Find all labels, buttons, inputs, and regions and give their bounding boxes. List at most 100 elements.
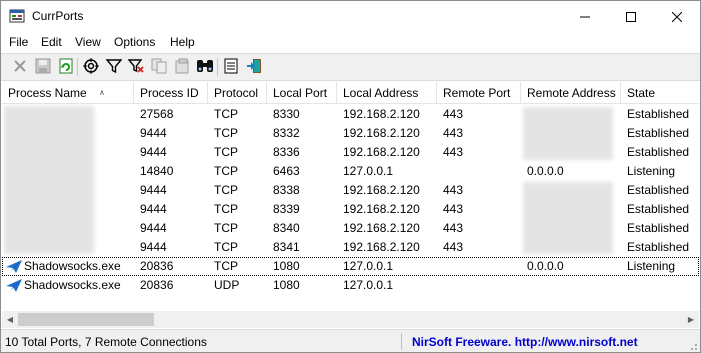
menu-options[interactable]: Options bbox=[114, 35, 155, 49]
cell-process-name bbox=[2, 219, 8, 238]
table-row[interactable]: Shadowsocks.exe 20836 UDP 1080 127.0.0.1 bbox=[2, 276, 699, 295]
table-row[interactable]: 9444 TCP 8340 192.168.2.120 443 Established bbox=[2, 219, 699, 238]
cell-remote-address bbox=[521, 143, 527, 162]
cell-process-name bbox=[2, 124, 8, 143]
nirsoft-link[interactable]: NirSoft Freeware. http://www.nirsoft.net bbox=[412, 335, 638, 349]
cell-remote-address bbox=[521, 238, 527, 257]
refresh-button[interactable] bbox=[56, 57, 76, 77]
currports-app-icon bbox=[9, 8, 25, 24]
cell-process-id: 9444 bbox=[140, 183, 167, 197]
cell-local-address: 192.168.2.120 bbox=[343, 126, 420, 140]
column-header-remote-port[interactable]: Remote Port bbox=[437, 82, 521, 104]
cell-process-id: 27568 bbox=[140, 107, 174, 121]
column-header-process-id[interactable]: Process ID bbox=[134, 82, 208, 104]
cell-state: Listening bbox=[627, 164, 676, 178]
cell-remote-address bbox=[521, 105, 527, 124]
cell-local-address: 127.0.0.1 bbox=[343, 259, 394, 273]
report-button[interactable] bbox=[221, 57, 241, 77]
cell-local-port: 8330 bbox=[273, 107, 300, 121]
cell-protocol: UDP bbox=[214, 278, 240, 292]
cell-local-port: 8340 bbox=[273, 221, 300, 235]
cell-process-name: Shadowsocks.exe bbox=[24, 278, 121, 292]
copy-icon bbox=[151, 58, 167, 77]
horizontal-scrollbar[interactable]: ◀ ▶ bbox=[2, 311, 699, 328]
close-window-button[interactable] bbox=[654, 1, 700, 32]
cell-process-id: 14840 bbox=[140, 164, 174, 178]
cell-remote-address bbox=[521, 124, 527, 143]
cell-remote-port: 443 bbox=[443, 145, 464, 159]
close-connection-button[interactable] bbox=[10, 57, 30, 77]
save-button[interactable] bbox=[33, 57, 53, 77]
ports-table[interactable]: Process Name ∧ Process ID Protocol Local… bbox=[2, 82, 699, 311]
table-row[interactable]: 9444 TCP 8339 192.168.2.120 443 Established bbox=[2, 200, 699, 219]
maximize-button[interactable] bbox=[608, 1, 654, 32]
cell-remote-port bbox=[437, 257, 443, 276]
scroll-right-icon[interactable]: ▶ bbox=[683, 311, 699, 328]
scroll-left-icon[interactable]: ◀ bbox=[2, 311, 18, 328]
status-divider bbox=[401, 333, 402, 350]
resize-grip-icon[interactable] bbox=[688, 340, 698, 350]
cell-state bbox=[621, 276, 627, 295]
cell-process-name bbox=[2, 143, 8, 162]
minimize-button[interactable] bbox=[562, 1, 608, 32]
toolbar bbox=[1, 53, 700, 81]
cell-process-id: 9444 bbox=[140, 202, 167, 216]
scrollbar-thumb[interactable] bbox=[18, 313, 154, 326]
title-bar[interactable]: CurrPorts bbox=[1, 1, 700, 32]
column-header-local-address[interactable]: Local Address bbox=[337, 82, 437, 104]
column-header-protocol[interactable]: Protocol bbox=[208, 82, 267, 104]
cell-local-port: 8338 bbox=[273, 183, 300, 197]
cell-state: Established bbox=[627, 221, 690, 235]
cell-local-port: 8332 bbox=[273, 126, 300, 140]
cell-process-name bbox=[2, 162, 8, 181]
column-header-process-name[interactable]: Process Name ∧ bbox=[2, 82, 134, 104]
table-row[interactable]: 27568 TCP 8330 192.168.2.120 443 Established bbox=[2, 105, 699, 124]
table-row[interactable]: 14840 TCP 6463 127.0.0.1 0.0.0.0 Listening bbox=[2, 162, 699, 181]
find-button[interactable] bbox=[195, 57, 215, 77]
menu-file[interactable]: File bbox=[9, 35, 28, 49]
html-report-button[interactable] bbox=[172, 57, 192, 77]
table-row[interactable]: 9444 TCP 8338 192.168.2.120 443 Established bbox=[2, 181, 699, 200]
table-row[interactable]: 9444 TCP 8341 192.168.2.120 443 Established bbox=[2, 238, 699, 257]
refresh-icon bbox=[58, 58, 74, 77]
cell-process-id: 9444 bbox=[140, 240, 167, 254]
cell-local-address: 192.168.2.120 bbox=[343, 202, 420, 216]
cell-remote-port: 443 bbox=[443, 240, 464, 254]
copy-button[interactable] bbox=[149, 57, 169, 77]
cell-remote-port bbox=[437, 276, 443, 295]
cell-protocol: TCP bbox=[214, 240, 238, 254]
cell-local-address: 192.168.2.120 bbox=[343, 107, 420, 121]
close-connection-icon bbox=[13, 59, 27, 76]
menu-view[interactable]: View bbox=[75, 35, 101, 49]
cell-state: Established bbox=[627, 240, 690, 254]
cell-process-name bbox=[2, 200, 8, 219]
cell-remote-address bbox=[521, 276, 527, 295]
cell-remote-port: 443 bbox=[443, 202, 464, 216]
clear-filter-button[interactable] bbox=[126, 57, 146, 77]
toolbar-separator bbox=[77, 58, 78, 76]
cell-state: Listening bbox=[627, 259, 676, 273]
cell-state: Established bbox=[627, 126, 690, 140]
cell-protocol: TCP bbox=[214, 259, 238, 273]
cell-remote-address bbox=[521, 219, 527, 238]
table-row[interactable]: 9444 TCP 8336 192.168.2.120 443 Established bbox=[2, 143, 699, 162]
column-header-local-port[interactable]: Local Port bbox=[267, 82, 337, 104]
exit-button[interactable] bbox=[244, 57, 264, 77]
table-row[interactable]: 9444 TCP 8332 192.168.2.120 443 Established bbox=[2, 124, 699, 143]
cell-local-port: 8339 bbox=[273, 202, 300, 216]
cell-protocol: TCP bbox=[214, 221, 238, 235]
cell-local-address: 192.168.2.120 bbox=[343, 145, 420, 159]
cell-protocol: TCP bbox=[214, 202, 238, 216]
filter-button[interactable] bbox=[104, 57, 124, 77]
menu-edit[interactable]: Edit bbox=[41, 35, 62, 49]
menu-help[interactable]: Help bbox=[170, 35, 195, 49]
table-row[interactable]: Shadowsocks.exe 20836 TCP 1080 127.0.0.1 0.0.… bbox=[2, 257, 699, 276]
column-header-remote-address[interactable]: Remote Address bbox=[521, 82, 621, 104]
window-title: CurrPorts bbox=[32, 9, 84, 23]
cell-remote-port: 443 bbox=[443, 221, 464, 235]
properties-button[interactable] bbox=[81, 57, 101, 77]
save-icon bbox=[35, 58, 51, 77]
column-header-state[interactable]: State bbox=[621, 82, 699, 104]
cell-local-address: 127.0.0.1 bbox=[343, 278, 394, 292]
cell-state: Established bbox=[627, 202, 690, 216]
